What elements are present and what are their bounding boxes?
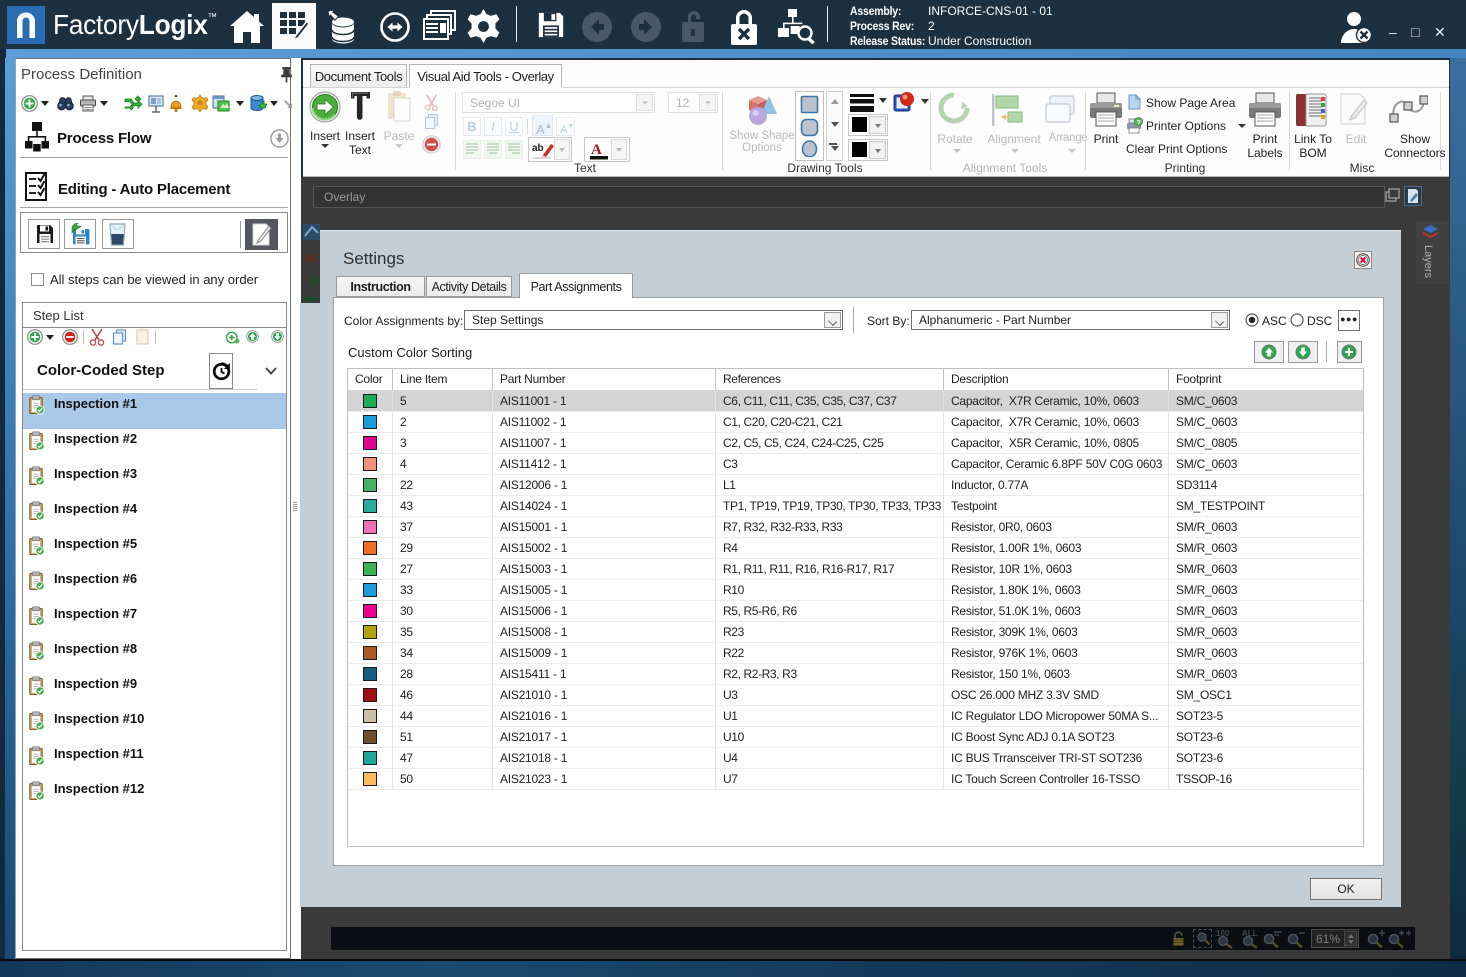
svg-text:ab: ab: [532, 143, 544, 154]
svg-text:A: A: [591, 142, 602, 158]
svg-text:?: ?: [1137, 120, 1141, 127]
